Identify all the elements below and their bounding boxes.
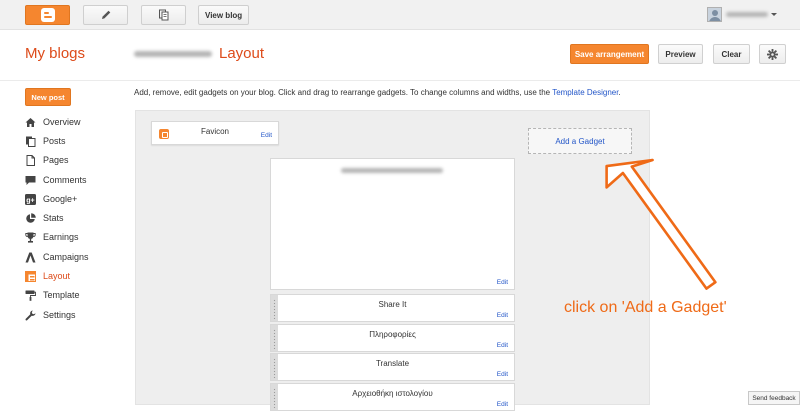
instruction-callout: click on 'Add a Gadget' <box>564 299 727 316</box>
send-feedback-button[interactable]: Send feedback <box>748 391 800 405</box>
annotation-arrow-icon <box>605 158 717 290</box>
